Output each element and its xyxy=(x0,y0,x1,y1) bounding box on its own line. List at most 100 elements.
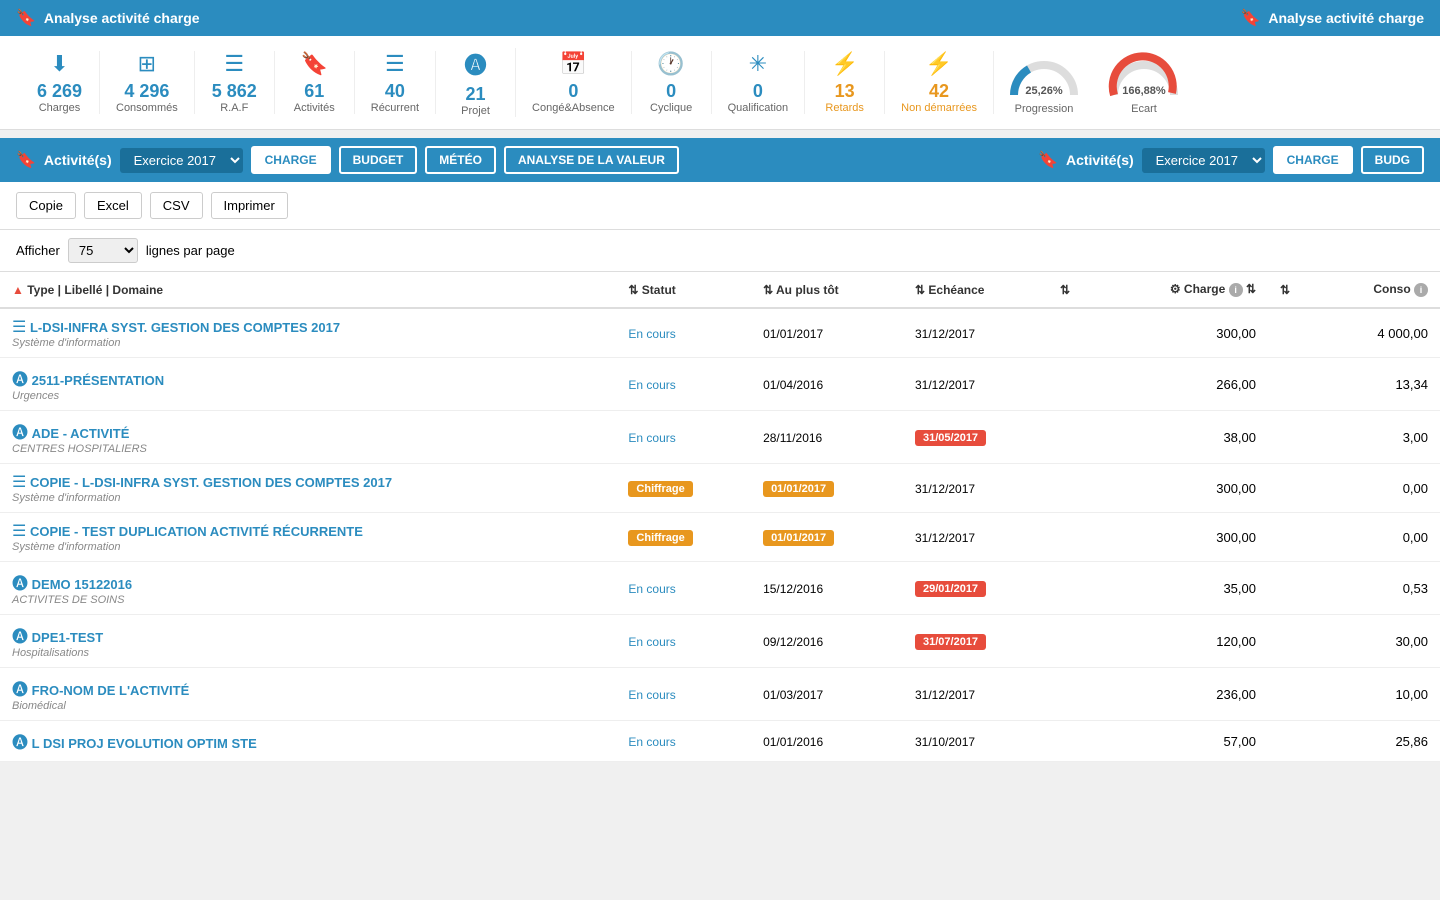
stat-recurrent[interactable]: ☰ 40 Récurrent xyxy=(355,51,436,114)
charge-info-badge[interactable]: i xyxy=(1229,283,1243,297)
exercice-dropdown[interactable]: Exercice 2017 xyxy=(120,148,243,173)
activity-domain: Biomédical xyxy=(12,700,604,712)
budget-button[interactable]: BUDGET xyxy=(339,146,418,174)
row-au-plus-tot: 01/04/2016 xyxy=(751,358,903,411)
activity-link[interactable]: L-DSI-INFRA SYST. GESTION DES COMPTES 20… xyxy=(30,320,340,335)
row-echeance: 31/10/2017 xyxy=(903,721,1048,762)
row-echeance: 31/05/2017 xyxy=(903,411,1048,464)
nav-right: 🔖 Activité(s) Exercice 2017 CHARGE BUDG xyxy=(1038,146,1424,174)
row-au-plus-tot: 01/01/2016 xyxy=(751,721,903,762)
retards-label: Retards xyxy=(825,102,864,114)
clock-icon: 🕐 xyxy=(657,51,684,77)
row-type-name: 🅐 DPE1-TEST Hospitalisations xyxy=(0,615,616,668)
activity-link[interactable]: L DSI PROJ EVOLUTION OPTIM STE xyxy=(32,736,257,751)
date-badge-red: 31/07/2017 xyxy=(915,634,986,650)
row-echeance: 31/12/2017 xyxy=(903,464,1048,513)
status-text: En cours xyxy=(628,735,675,749)
stat-projet[interactable]: 🅐 21 Projet xyxy=(436,48,516,117)
nav-bookmark-icon-right: 🔖 xyxy=(1038,150,1058,170)
row-empty xyxy=(1048,721,1100,762)
qualification-number: 0 xyxy=(753,81,763,102)
activity-link[interactable]: COPIE - L-DSI-INFRA SYST. GESTION DES CO… xyxy=(30,475,392,490)
activity-link[interactable]: DPE1-TEST xyxy=(32,630,104,645)
col-echeance[interactable]: ⇅ Echéance xyxy=(903,272,1048,308)
stat-consommes[interactable]: ⊞ 4 296 Consommés xyxy=(100,51,195,114)
activities-table: ▲ Type | Libellé | Domaine ⇅ Statut ⇅ Au… xyxy=(0,272,1440,762)
date-start: 01/01/2016 xyxy=(763,735,823,749)
top-header-left: 🔖 Analyse activité charge xyxy=(16,8,200,28)
date-end: 31/12/2017 xyxy=(915,688,975,702)
csv-button[interactable]: CSV xyxy=(150,192,203,219)
activity-link[interactable]: ADE - ACTIVITÉ xyxy=(32,426,130,441)
ecart-gauge-item: 166,88% Ecart xyxy=(1104,51,1184,115)
stat-retards[interactable]: ⚡ 13 Retards xyxy=(805,51,885,114)
col-charge[interactable]: ⚙ Charge i ⇅ xyxy=(1100,272,1268,308)
row-empty xyxy=(1048,668,1100,721)
activity-link[interactable]: COPIE - TEST DUPLICATION ACTIVITÉ RÉCURR… xyxy=(30,524,363,539)
imprimer-button[interactable]: Imprimer xyxy=(211,192,288,219)
activity-link[interactable]: 2511-PRÉSENTATION xyxy=(32,373,164,388)
charge-button-right[interactable]: CHARGE xyxy=(1273,146,1353,174)
project-type-icon: 🅐 xyxy=(12,629,28,646)
nav-left: 🔖 Activité(s) Exercice 2017 CHARGE BUDGE… xyxy=(16,146,679,174)
row-echeance: 31/12/2017 xyxy=(903,513,1048,562)
activity-domain: Hospitalisations xyxy=(12,647,604,659)
retards-number: 13 xyxy=(835,81,855,102)
date-end: 31/12/2017 xyxy=(915,531,975,545)
app-title-right: Analyse activité charge xyxy=(1268,10,1424,26)
row-charge: 38,00 xyxy=(1100,411,1268,464)
stat-non-demarrees[interactable]: ⚡ 42 Non démarrées xyxy=(885,51,994,114)
copie-button[interactable]: Copie xyxy=(16,192,76,219)
nav-bar: 🔖 Activité(s) Exercice 2017 CHARGE BUDGE… xyxy=(0,138,1440,182)
date-end: 31/12/2017 xyxy=(915,378,975,392)
meteo-button[interactable]: MÉTÉO xyxy=(425,146,496,174)
stat-activites[interactable]: 🔖 61 Activités xyxy=(275,51,355,114)
consommes-label: Consommés xyxy=(116,102,178,114)
row-statut: En cours xyxy=(616,721,751,762)
row-conso: 4 000,00 xyxy=(1320,308,1440,358)
activity-domain: Système d'information xyxy=(12,337,604,349)
activity-link[interactable]: DEMO 15122016 xyxy=(32,577,132,592)
col-conso[interactable]: Conso i xyxy=(1320,272,1440,308)
col-empty2[interactable]: ⇅ xyxy=(1268,272,1320,308)
status-text: En cours xyxy=(628,688,675,702)
status-chiffrage: Chiffrage xyxy=(628,481,692,497)
stat-charges[interactable]: ⬇ 6 269 Charges xyxy=(20,51,100,114)
lightning-retards-icon: ⚡ xyxy=(831,51,858,77)
conso-info-badge[interactable]: i xyxy=(1414,283,1428,297)
top-header: 🔖 Analyse activité charge 🔖 Analyse acti… xyxy=(0,0,1440,36)
row-empty xyxy=(1048,411,1100,464)
project-icon: 🅐 xyxy=(465,48,487,80)
status-text: En cours xyxy=(628,431,675,445)
col-statut[interactable]: ⇅ Statut xyxy=(616,272,751,308)
charge-button[interactable]: CHARGE xyxy=(251,146,331,174)
row-statut: En cours xyxy=(616,668,751,721)
date-badge-red: 29/01/2017 xyxy=(915,581,986,597)
lignes-par-page-select[interactable]: 75 25 50 100 xyxy=(68,238,138,263)
row-au-plus-tot: 01/01/2017 xyxy=(751,513,903,562)
stat-conge[interactable]: 📅 0 Congé&Absence xyxy=(516,51,632,114)
sort-triangle-icon: ▲ xyxy=(12,283,24,297)
col-type[interactable]: ▲ Type | Libellé | Domaine xyxy=(0,272,616,308)
row-type-name: 🅐 DEMO 15122016 ACTIVITES DE SOINS xyxy=(0,562,616,615)
budget-button-right[interactable]: BUDG xyxy=(1361,146,1424,174)
app-title-left: Analyse activité charge xyxy=(44,10,200,26)
progression-label: Progression xyxy=(1015,103,1074,115)
col-empty[interactable]: ⇅ xyxy=(1048,272,1100,308)
progression-gauge-item: 25,26% Progression xyxy=(1004,51,1084,115)
row-echeance: 31/12/2017 xyxy=(903,358,1048,411)
col-au-plus-tot[interactable]: ⇅ Au plus tôt xyxy=(751,272,903,308)
table-row: 🅐 ADE - ACTIVITÉ CENTRES HOSPITALIERS En… xyxy=(0,411,1440,464)
recurrent-number: 40 xyxy=(385,81,405,102)
exercice-dropdown-right[interactable]: Exercice 2017 xyxy=(1142,148,1265,173)
row-conso: 10,00 xyxy=(1320,668,1440,721)
bookmark-icon-right: 🔖 xyxy=(1240,8,1260,28)
row-charge: 300,00 xyxy=(1100,513,1268,562)
row-statut: Chiffrage xyxy=(616,513,751,562)
excel-button[interactable]: Excel xyxy=(84,192,142,219)
stat-raf[interactable]: ☰ 5 862 R.A.F xyxy=(195,51,275,114)
stat-qualification[interactable]: ✳ 0 Qualification xyxy=(712,51,806,114)
stat-cyclique[interactable]: 🕐 0 Cyclique xyxy=(632,51,712,114)
analyse-button[interactable]: ANALYSE DE LA VALEUR xyxy=(504,146,679,174)
activity-link[interactable]: FRO-NOM DE L'ACTIVITÉ xyxy=(32,683,190,698)
